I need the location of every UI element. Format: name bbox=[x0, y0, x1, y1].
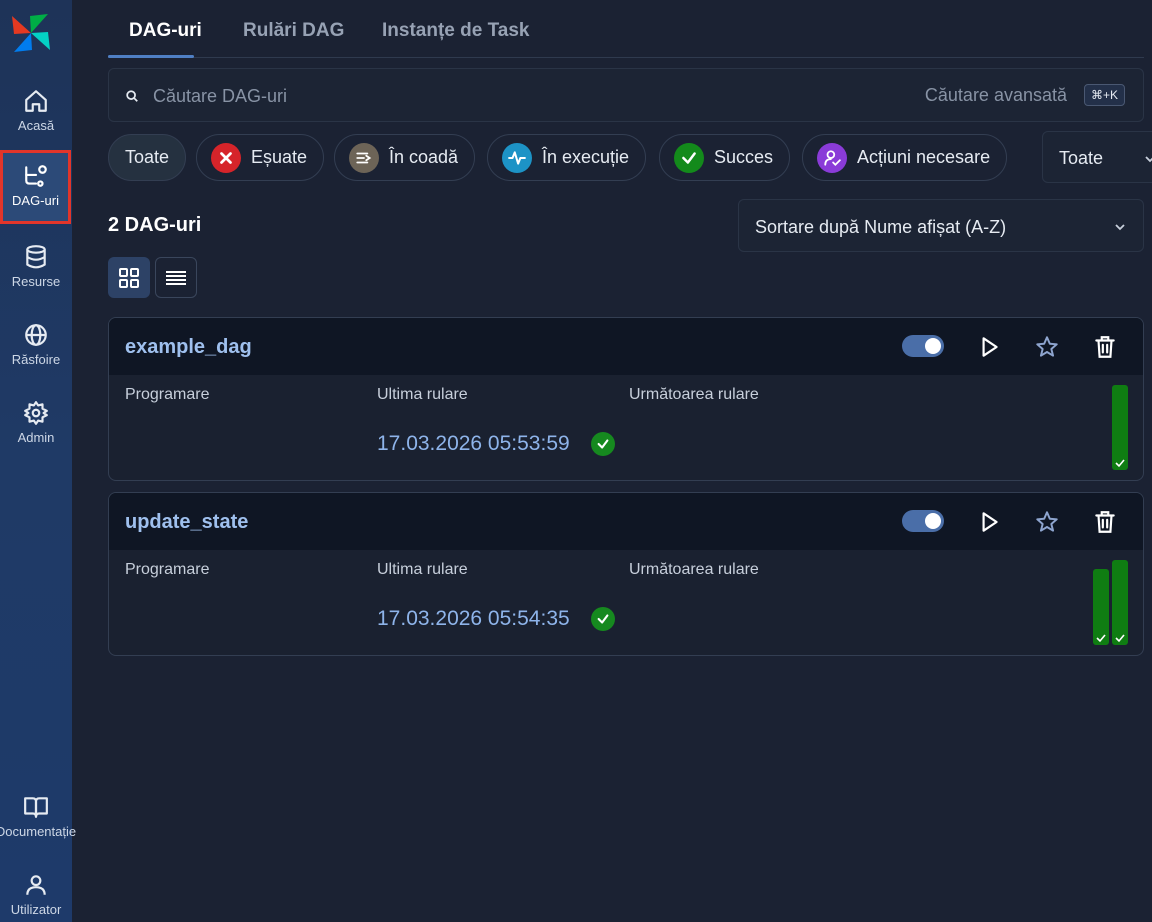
sidebar-item-user[interactable]: Utilizator bbox=[0, 864, 72, 922]
book-icon bbox=[24, 797, 48, 818]
check-icon bbox=[1096, 634, 1106, 643]
sidebar-item-docs[interactable]: Documentație bbox=[0, 786, 76, 856]
sidebar-item-admin[interactable]: Admin bbox=[0, 392, 72, 462]
sidebar-item-home[interactable]: Acasă bbox=[0, 80, 72, 150]
last-run-label: Ultima rulare bbox=[377, 561, 468, 578]
dag-card: example_dag Programare Ultima rulare Urm… bbox=[108, 317, 1144, 481]
running-status-icon bbox=[502, 142, 532, 173]
dag-run-bar[interactable] bbox=[1093, 569, 1109, 645]
trigger-dag-button[interactable] bbox=[976, 509, 1002, 535]
dag-card: update_state Programare Ultima rulare Ur… bbox=[108, 492, 1144, 656]
dag-pause-toggle[interactable] bbox=[902, 510, 944, 532]
filter-queued[interactable]: În coadă bbox=[334, 134, 476, 181]
success-status-icon bbox=[674, 142, 704, 173]
favorite-button[interactable] bbox=[1034, 334, 1060, 360]
schedule-label: Programare bbox=[125, 561, 210, 578]
filter-failed[interactable]: Eșuate bbox=[196, 134, 325, 181]
sidebar-item-label: Admin bbox=[17, 430, 55, 445]
sidebar-item-label: Utilizator bbox=[10, 902, 62, 917]
star-icon bbox=[1036, 511, 1058, 532]
play-icon bbox=[982, 337, 998, 357]
sidebar-item-browse[interactable]: Răsfoire bbox=[0, 314, 72, 384]
filter-label: Eșuate bbox=[251, 147, 308, 167]
check-icon bbox=[1115, 459, 1125, 468]
dag-run-bar[interactable] bbox=[1112, 385, 1128, 470]
toggle-knob bbox=[925, 338, 941, 354]
schedule-label: Programare bbox=[125, 386, 210, 403]
sidebar-item-dags[interactable]: DAG-uri bbox=[0, 150, 71, 224]
sidebar-item-label: Documentație bbox=[0, 824, 77, 839]
favorite-button[interactable] bbox=[1034, 509, 1060, 535]
dag-icon bbox=[24, 165, 47, 187]
dag-run-bar[interactable] bbox=[1112, 560, 1128, 645]
success-check-icon bbox=[591, 607, 615, 631]
search-bar: Căutare avansată ⌘+K bbox=[108, 68, 1144, 122]
chevron-down-icon bbox=[1145, 156, 1152, 163]
main-tabs: DAG-uri Rulări DAG Instanțe de Task bbox=[108, 0, 1144, 58]
globe-icon bbox=[25, 324, 47, 346]
advanced-search-button[interactable]: Căutare avansată bbox=[925, 85, 1067, 106]
dag-name-link[interactable]: example_dag bbox=[125, 336, 252, 359]
filter-label: În coadă bbox=[389, 147, 459, 167]
gear-icon bbox=[24, 401, 48, 425]
search-shortcut-badge: ⌘+K bbox=[1083, 84, 1125, 106]
filter-success[interactable]: Succes bbox=[659, 134, 791, 181]
table-view-button[interactable] bbox=[155, 257, 197, 298]
user-action-icon bbox=[817, 142, 847, 173]
filter-actions-required[interactable]: Acțiuni necesare bbox=[802, 134, 1008, 181]
search-icon bbox=[126, 90, 138, 102]
sidebar-item-label: Resurse bbox=[11, 274, 61, 289]
filter-label: Toate bbox=[125, 147, 170, 167]
sort-select[interactable]: Sortare după Nume afișat (A-Z) bbox=[738, 199, 1144, 252]
dag-pause-toggle[interactable] bbox=[902, 335, 944, 357]
dag-name-link[interactable]: update_state bbox=[125, 511, 248, 534]
filter-label: Succes bbox=[714, 147, 774, 167]
sidebar-item-label: Răsfoire bbox=[11, 352, 61, 367]
chevron-down-icon bbox=[1115, 224, 1125, 231]
next-run-label: Următoarea rulare bbox=[629, 386, 759, 403]
dag-count: 2 DAG-uri bbox=[108, 214, 202, 236]
toggle-knob bbox=[925, 513, 941, 529]
last-run-link[interactable]: 17.03.2026 05:54:35 bbox=[377, 607, 570, 631]
tab-task-instances[interactable]: Instanțe de Task bbox=[382, 20, 529, 42]
airflow-logo-icon[interactable] bbox=[8, 10, 54, 56]
success-check-icon bbox=[591, 432, 615, 456]
play-icon bbox=[982, 512, 998, 532]
home-icon bbox=[25, 90, 47, 112]
trash-icon bbox=[1095, 336, 1115, 358]
database-icon bbox=[26, 245, 46, 269]
active-tab-indicator bbox=[108, 55, 194, 58]
card-view-button[interactable] bbox=[108, 257, 150, 298]
filter-select[interactable]: Toate bbox=[1042, 131, 1152, 183]
sidebar-item-label: Acasă bbox=[17, 118, 55, 133]
next-run-label: Următoarea rulare bbox=[629, 561, 759, 578]
trash-icon bbox=[1095, 511, 1115, 533]
tab-dag-runs[interactable]: Rulări DAG bbox=[243, 20, 344, 42]
search-input[interactable] bbox=[153, 81, 753, 111]
trigger-dag-button[interactable] bbox=[976, 334, 1002, 360]
sidebar: Acasă DAG-uri Resurse Răsfoire Admin Doc… bbox=[0, 0, 76, 922]
sort-value: Sortare după Nume afișat (A-Z) bbox=[755, 217, 1007, 237]
filter-all[interactable]: Toate bbox=[108, 134, 187, 181]
queued-status-icon bbox=[349, 142, 379, 173]
filter-running[interactable]: În execuție bbox=[487, 134, 647, 181]
sidebar-item-label: DAG-uri bbox=[12, 193, 59, 208]
filter-select-value: Toate bbox=[1059, 148, 1104, 168]
sidebar-item-assets[interactable]: Resurse bbox=[0, 236, 72, 306]
star-icon bbox=[1036, 336, 1058, 357]
delete-dag-button[interactable] bbox=[1092, 509, 1118, 535]
check-icon bbox=[1115, 634, 1125, 643]
user-icon bbox=[26, 875, 46, 895]
filter-label: În execuție bbox=[542, 147, 630, 167]
last-run-label: Ultima rulare bbox=[377, 386, 468, 403]
filter-label: Acțiuni necesare bbox=[857, 147, 991, 167]
last-run-link[interactable]: 17.03.2026 05:53:59 bbox=[377, 432, 570, 456]
grid-icon bbox=[119, 267, 139, 288]
failed-status-icon bbox=[211, 142, 241, 173]
delete-dag-button[interactable] bbox=[1092, 334, 1118, 360]
tab-dags[interactable]: DAG-uri bbox=[129, 20, 202, 42]
list-icon bbox=[166, 270, 186, 285]
